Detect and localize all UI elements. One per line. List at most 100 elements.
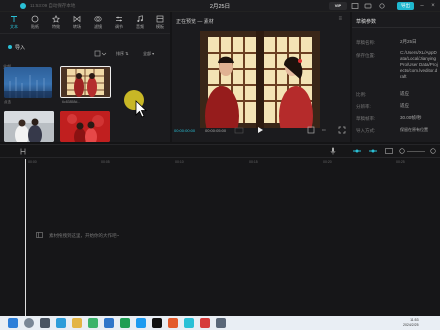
prop-value: 适应	[400, 91, 409, 96]
play-icon[interactable]	[256, 126, 264, 134]
effects-icon	[52, 15, 60, 23]
app-icon[interactable]	[216, 318, 226, 328]
media-thumbnail[interactable]	[4, 67, 52, 98]
adjust-icon	[116, 16, 122, 22]
time-ruler[interactable]: 00:00 00:05 00:10 00:15 00:20 00:25	[24, 159, 440, 167]
export-button[interactable]: 导出	[397, 2, 414, 10]
tool-label: 调节	[115, 24, 123, 29]
windows-taskbar: 11:53 2024/2/25	[0, 316, 440, 330]
tool-label: 转场	[73, 24, 81, 29]
link-main-track-icon[interactable]	[352, 148, 362, 154]
tick-label: 00:15	[249, 160, 258, 164]
tool-label: 滤镜	[94, 24, 102, 29]
tool-text[interactable]: 文本	[4, 14, 24, 32]
import-label: 导入	[15, 45, 26, 51]
duration-timecode: 00:00:05:00	[205, 128, 227, 133]
snapshot-icon[interactable]	[234, 127, 244, 134]
media-thumbnail-selected[interactable]	[60, 66, 111, 98]
audio-icon	[137, 15, 143, 22]
start-icon[interactable]	[8, 318, 18, 328]
capcut-icon[interactable]	[152, 318, 162, 328]
app-icon[interactable]	[168, 318, 178, 328]
fullscreen-icon[interactable]	[338, 126, 346, 134]
template-icon	[156, 15, 164, 23]
search-icon[interactable]	[24, 318, 34, 328]
split-icon[interactable]	[20, 148, 26, 155]
thumbnail-image	[4, 111, 54, 142]
draft-params-panel: 草稿参数 草稿名称: 2月25日 保存位置: C:/Users/XL/AppDa…	[352, 12, 440, 142]
crop-icon[interactable]	[307, 126, 315, 134]
prop-key: 保存位置:	[356, 53, 376, 58]
shortcut-icon[interactable]	[364, 2, 372, 10]
media-thumbnail[interactable]	[60, 111, 110, 142]
edge-icon[interactable]	[56, 318, 66, 328]
thumbnail-image	[4, 75, 52, 98]
media-caption: 点击	[4, 100, 11, 104]
preview-video	[200, 31, 320, 128]
tool-label: 模板	[156, 24, 164, 29]
playhead[interactable]	[25, 159, 26, 317]
tool-filter[interactable]: 滤镜	[88, 14, 108, 32]
app-logo-icon	[20, 3, 26, 9]
minimize-icon[interactable]: –	[418, 2, 426, 10]
zoom-out-icon[interactable]	[399, 148, 405, 154]
project-title: 2月25日	[209, 4, 231, 10]
props-header: 草稿参数	[356, 19, 377, 25]
preview-axis-icon[interactable]	[385, 148, 393, 154]
app-icon[interactable]	[200, 318, 210, 328]
magnet-icon[interactable]	[368, 148, 378, 154]
thumbnail-image	[61, 67, 110, 97]
sort-button[interactable]: 排序 ⇅	[116, 49, 128, 58]
microphone-icon[interactable]	[330, 147, 336, 155]
layout-icon[interactable]	[351, 2, 359, 10]
wechat-icon[interactable]	[88, 318, 98, 328]
zoom-in-icon[interactable]	[430, 148, 436, 154]
all-filter-label: 全部	[143, 51, 151, 56]
prop-value: C:/Users/XL/AppData/Local/JianyingPro/Us…	[400, 50, 438, 79]
zoom-slider[interactable]	[407, 151, 425, 152]
text-icon	[11, 16, 17, 22]
jianying-taskbar-icon[interactable]	[184, 318, 194, 328]
tool-sticker[interactable]: 贴纸	[25, 14, 45, 32]
task-view-icon[interactable]	[40, 318, 50, 328]
excel-icon[interactable]	[120, 318, 130, 328]
jianying-app: 11:53:09 自动保存本地 2月25日 VIP 导出 – × 文本 贴纸 特…	[0, 0, 440, 330]
tool-transition[interactable]: 转场	[67, 14, 87, 32]
qq-icon[interactable]	[136, 318, 146, 328]
tool-audio[interactable]: 音频	[130, 14, 150, 32]
tool-label: 贴纸	[31, 24, 39, 29]
sort-label: 排序	[116, 51, 124, 56]
player-title: 正在预览 — 素材	[176, 19, 214, 25]
tool-effects[interactable]: 特效	[46, 14, 66, 32]
media-thumbnail[interactable]	[4, 111, 54, 142]
vip-badge[interactable]: VIP	[329, 2, 347, 10]
prop-value: 2月25日	[400, 39, 417, 44]
prop-value: 30.00帧/秒	[400, 115, 422, 120]
ratio-button[interactable]: ▭	[322, 127, 326, 132]
video-frame-image	[200, 31, 320, 128]
player-menu-icon[interactable]: ≡	[338, 16, 342, 22]
explorer-icon[interactable]	[72, 318, 82, 328]
sticker-icon	[31, 15, 39, 23]
divider	[352, 27, 440, 28]
close-icon[interactable]: ×	[429, 2, 437, 10]
prop-key: 比例:	[356, 92, 367, 97]
import-item[interactable]: 导入	[8, 43, 48, 51]
prop-key: 草稿名称:	[356, 40, 376, 45]
tick-label: 00:25	[396, 160, 405, 164]
tool-template[interactable]: 模板	[150, 14, 170, 32]
timeline-toolbar	[0, 145, 440, 158]
import-dot-icon	[8, 45, 12, 49]
feature-toolbar: 文本 贴纸 特效 转场 滤镜 调节 音频 模板	[0, 12, 170, 34]
autosave-status: 11:53:09 自动保存本地	[30, 3, 76, 8]
tool-adjust[interactable]: 调节	[109, 14, 129, 32]
thumbnail-image	[60, 111, 110, 142]
settings-icon[interactable]	[378, 2, 386, 10]
store-icon[interactable]	[104, 318, 114, 328]
view-mode-icon[interactable]	[93, 49, 109, 58]
filter-icon	[94, 16, 102, 22]
tick-label: 00:20	[323, 160, 332, 164]
prop-value: 保留在原有位置	[400, 127, 428, 132]
tool-label: 音频	[136, 24, 144, 29]
all-filter-dropdown[interactable]: 全部 ▾	[143, 49, 154, 58]
